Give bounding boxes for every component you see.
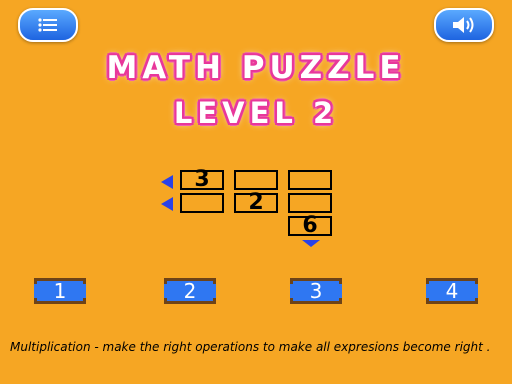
speaker-volume-icon — [453, 17, 474, 33]
instructions-text: Multiplication - make the right operatio… — [10, 340, 491, 354]
cell-r1-c3[interactable] — [288, 170, 332, 190]
number-button-3[interactable]: 3 — [290, 278, 342, 304]
level-title: LEVEL 2 — [173, 96, 339, 130]
column-down-arrow-icon[interactable] — [302, 240, 320, 247]
row-2-left-arrow-icon[interactable] — [161, 197, 173, 211]
cell-r1-c1[interactable]: 3 — [180, 169, 224, 191]
cell-r1-c2[interactable] — [234, 170, 278, 190]
sound-button[interactable] — [434, 8, 494, 42]
cell-r2-c2[interactable]: 2 — [234, 192, 278, 214]
cell-r3-c3[interactable]: 6 — [288, 215, 332, 237]
game-title: MATH PUZZLE — [106, 50, 406, 86]
list-icon — [38, 18, 57, 32]
row-1-left-arrow-icon[interactable] — [161, 175, 173, 189]
number-button-4[interactable]: 4 — [426, 278, 478, 304]
number-button-2[interactable]: 2 — [164, 278, 216, 304]
number-button-1[interactable]: 1 — [34, 278, 86, 304]
cell-r2-c3[interactable] — [288, 193, 332, 213]
cell-r2-c1[interactable] — [180, 193, 224, 213]
menu-button[interactable] — [18, 8, 78, 42]
